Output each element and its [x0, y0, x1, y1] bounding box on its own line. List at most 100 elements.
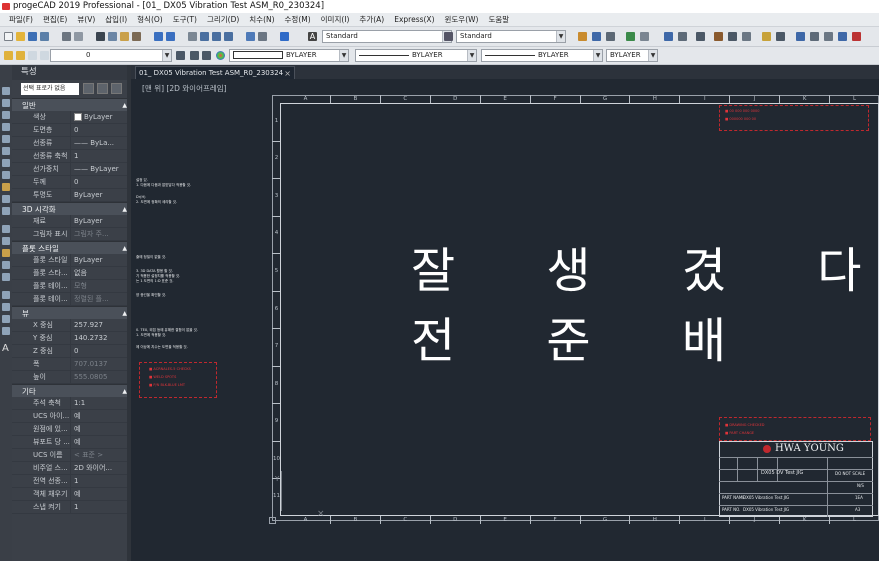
- menu-window[interactable]: 윈도우(W): [440, 13, 484, 26]
- property-row[interactable]: 높이 555.0805: [12, 371, 131, 384]
- cut-icon[interactable]: [96, 32, 105, 41]
- chevron-down-icon[interactable]: ▼: [593, 50, 602, 61]
- drawing-canvas[interactable]: [맨 위] [2D 와이어프레임] A A B B C C D D E E F F G G H H I I J J K K…: [131, 79, 879, 561]
- tool-icon-6[interactable]: [664, 32, 673, 41]
- print-preview-icon[interactable]: [74, 32, 83, 41]
- menu-tools[interactable]: 도구(T): [168, 13, 202, 26]
- property-value[interactable]: 그림자 주...: [70, 228, 131, 240]
- property-row[interactable]: 두께 0: [12, 176, 131, 189]
- tool-icon-1[interactable]: [578, 32, 587, 41]
- revcloud-tool-icon[interactable]: [2, 261, 10, 269]
- property-row[interactable]: UCS 아이... 예: [12, 410, 131, 423]
- property-row[interactable]: 플롯 테이... 정렬된 플...: [12, 293, 131, 306]
- undo-icon[interactable]: [154, 32, 163, 41]
- polyline-tool-icon[interactable]: [2, 99, 10, 107]
- menu-view[interactable]: 뷰(V): [72, 13, 100, 26]
- dim-style-combo[interactable]: Standard ▼: [456, 30, 566, 43]
- property-value[interactable]: 없음: [70, 267, 131, 279]
- boundary-tool-icon[interactable]: [2, 291, 10, 299]
- tool-icon-15[interactable]: [810, 32, 819, 41]
- plotstyle-combo[interactable]: BYLAYER ▼: [606, 49, 658, 62]
- help-icon[interactable]: [280, 32, 289, 41]
- property-value[interactable]: 0: [70, 176, 131, 188]
- design-center-icon[interactable]: [258, 32, 267, 41]
- new-file-icon[interactable]: [4, 32, 13, 41]
- print-icon[interactable]: [62, 32, 71, 41]
- tool-icon-7[interactable]: [678, 32, 687, 41]
- menu-express[interactable]: Express(X): [389, 13, 439, 26]
- property-row[interactable]: Y 중심 140.2732: [12, 332, 131, 345]
- section-header[interactable]: 기타 ▲: [12, 384, 131, 397]
- menu-file[interactable]: 파일(F): [4, 13, 38, 26]
- menu-modify[interactable]: 수정(M): [280, 13, 316, 26]
- property-row[interactable]: 플롯 스타... 없음: [12, 267, 131, 280]
- zoom-window-icon[interactable]: [212, 32, 221, 41]
- property-row[interactable]: 폭 707.0137: [12, 358, 131, 371]
- chevron-down-icon[interactable]: ▼: [467, 50, 476, 61]
- property-row[interactable]: 비주얼 스... 2D 와이어...: [12, 462, 131, 475]
- tool-icon-17[interactable]: [838, 32, 847, 41]
- spline-tool-icon[interactable]: [2, 171, 10, 179]
- layer-combo[interactable]: 0 ▼: [50, 49, 172, 62]
- pan-icon[interactable]: [188, 32, 197, 41]
- attribute-tool-icon[interactable]: [2, 315, 10, 323]
- hatch-tool-icon[interactable]: [2, 207, 10, 215]
- property-value[interactable]: 555.0805: [70, 371, 131, 383]
- drawing-text-line-2[interactable]: 전 준 배: [411, 301, 764, 371]
- chevron-down-icon[interactable]: ▼: [556, 31, 565, 42]
- open-folder-icon[interactable]: [16, 32, 25, 41]
- layer-manager-icon[interactable]: [4, 51, 13, 60]
- property-row[interactable]: Z 중심 0: [12, 345, 131, 358]
- layer-on-icon[interactable]: [16, 51, 25, 60]
- property-value[interactable]: —— ByLayer: [70, 163, 131, 175]
- property-row[interactable]: 도면층 0: [12, 124, 131, 137]
- property-value[interactable]: 0: [70, 345, 131, 357]
- copy-icon[interactable]: [108, 32, 117, 41]
- property-value[interactable]: 707.0137: [70, 358, 131, 370]
- drawing-text-line-1[interactable]: 잘 생 겼 다: [411, 231, 879, 301]
- property-row[interactable]: 플롯 테이... 모형: [12, 280, 131, 293]
- menu-format[interactable]: 형식(O): [132, 13, 168, 26]
- property-value[interactable]: ByLayer: [70, 189, 131, 201]
- property-row[interactable]: 플롯 스타일 ByLayer: [12, 254, 131, 267]
- tool-icon-10[interactable]: [728, 32, 737, 41]
- chevron-down-icon[interactable]: ▼: [648, 50, 657, 61]
- property-value[interactable]: 정렬된 플...: [70, 293, 131, 305]
- property-row[interactable]: 선종류 축척 1: [12, 150, 131, 163]
- save-all-icon[interactable]: [40, 32, 49, 41]
- property-value[interactable]: 1:1: [70, 397, 131, 409]
- menu-dimension[interactable]: 치수(N): [244, 13, 279, 26]
- selection-combo[interactable]: 선택 표로가 없음: [21, 83, 79, 95]
- line-tool-icon[interactable]: [2, 87, 10, 95]
- linetype-combo[interactable]: BYLAYER ▼: [355, 49, 477, 62]
- insert-tool-icon[interactable]: [2, 303, 10, 311]
- property-value[interactable]: 예: [70, 488, 131, 500]
- property-value[interactable]: 예: [70, 423, 131, 435]
- tool-icon-12[interactable]: [762, 32, 771, 41]
- tool-icon-2[interactable]: [592, 32, 601, 41]
- chevron-down-icon[interactable]: ▼: [162, 50, 171, 61]
- property-value[interactable]: 1: [70, 475, 131, 487]
- section-header[interactable]: 일반 ▲: [12, 98, 131, 111]
- zoom-extents-icon[interactable]: [224, 32, 233, 41]
- save-icon[interactable]: [28, 32, 37, 41]
- rectangle-tool-icon[interactable]: [2, 135, 10, 143]
- select-objects-icon[interactable]: [97, 83, 108, 94]
- property-value[interactable]: 예: [70, 436, 131, 448]
- menu-insert[interactable]: 삽입(I): [100, 13, 132, 26]
- tool-icon-13[interactable]: [776, 32, 785, 41]
- property-row[interactable]: 뷰포트 당 ... 예: [12, 436, 131, 449]
- wipeout-tool-icon[interactable]: [2, 273, 10, 281]
- image-tool-icon[interactable]: [2, 249, 10, 257]
- redo-icon[interactable]: [166, 32, 175, 41]
- property-row[interactable]: 투명도 ByLayer: [12, 189, 131, 202]
- paste-icon[interactable]: [120, 32, 129, 41]
- property-row[interactable]: 선가중치 —— ByLayer: [12, 163, 131, 176]
- property-value[interactable]: 140.2732: [70, 332, 131, 344]
- section-header[interactable]: 뷰 ▲: [12, 306, 131, 319]
- tool-icon-8[interactable]: [696, 32, 705, 41]
- menu-image[interactable]: 이미지(I): [316, 13, 355, 26]
- property-value[interactable]: ByLayer: [70, 254, 131, 266]
- property-value[interactable]: < 표준 >: [70, 449, 131, 461]
- property-value[interactable]: 1: [70, 501, 131, 513]
